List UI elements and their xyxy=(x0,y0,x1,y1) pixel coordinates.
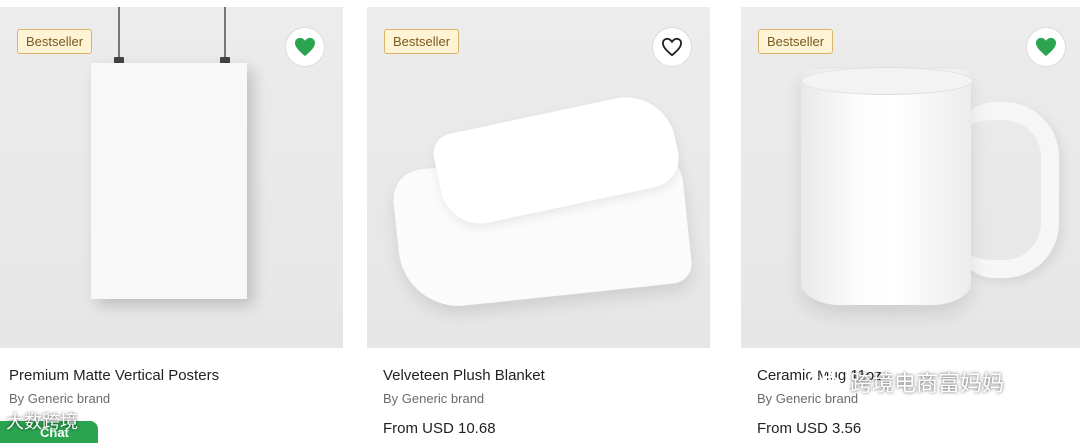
bestseller-badge: Bestseller xyxy=(17,29,93,54)
product-card-posters[interactable]: Bestseller Premium Matte Vertical Poster… xyxy=(0,0,343,441)
heart-filled-icon xyxy=(295,37,315,57)
bestseller-badge: Bestseller xyxy=(758,29,834,54)
favorite-button[interactable] xyxy=(652,27,692,67)
product-price: From USD 10.68 xyxy=(383,420,496,437)
product-image-blanket[interactable]: Bestseller xyxy=(367,7,710,348)
watermark-left: 大数跨境 xyxy=(6,412,78,432)
heart-filled-icon xyxy=(1036,37,1056,57)
product-brand: By Generic brand xyxy=(9,391,111,406)
mug-rim xyxy=(801,67,973,95)
product-card-blanket[interactable]: Bestseller Velveteen Plush Blanket By Ge… xyxy=(367,0,710,441)
hanging-wire xyxy=(224,7,226,64)
product-brand: By Generic brand xyxy=(383,391,485,406)
product-title[interactable]: Velveteen Plush Blanket xyxy=(383,367,545,384)
product-title[interactable]: Premium Matte Vertical Posters xyxy=(9,367,219,384)
watermark-right-text: 跨境电商富妈妈 xyxy=(850,371,1005,396)
product-image-posters[interactable]: Bestseller xyxy=(0,7,343,348)
heart-outline-icon xyxy=(661,37,683,57)
favorite-button[interactable] xyxy=(1026,27,1066,67)
favorite-button[interactable] xyxy=(285,27,325,67)
poster-image xyxy=(91,63,247,299)
product-price: From USD 3.56 xyxy=(757,420,862,437)
watermark-right: 跨境电商富妈妈 xyxy=(808,366,1004,398)
bestseller-badge: Bestseller xyxy=(384,29,460,54)
wechat-icon xyxy=(808,368,841,394)
hanging-wire xyxy=(118,7,120,64)
mug-image xyxy=(801,69,971,305)
product-image-mug[interactable]: Bestseller xyxy=(741,7,1080,348)
